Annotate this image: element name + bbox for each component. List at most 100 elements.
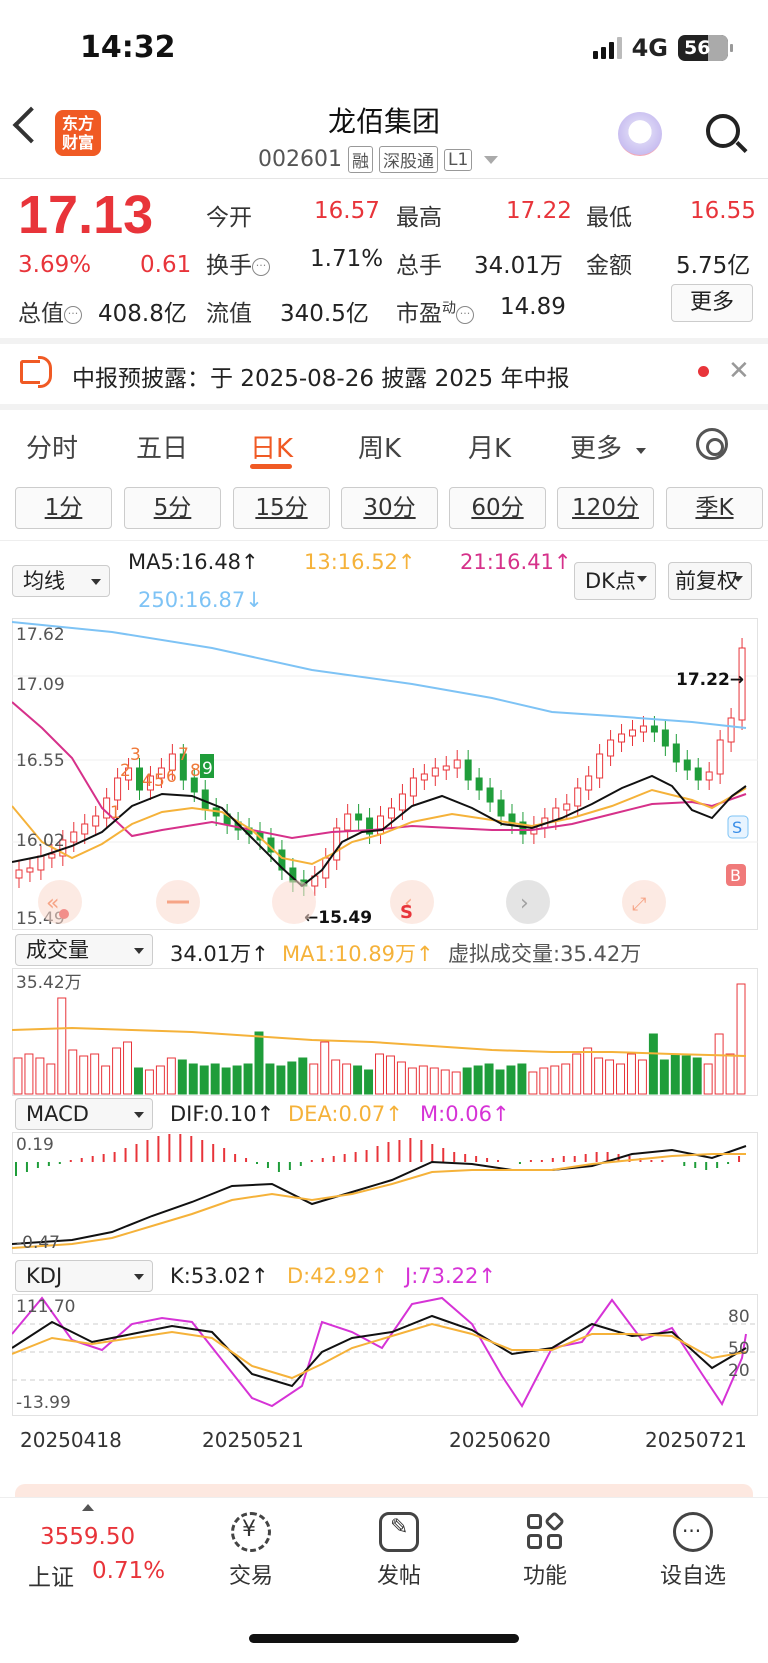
tab-weekly-k[interactable]: 周K — [358, 428, 401, 465]
volume-bar — [681, 1055, 691, 1095]
assistant-avatar-icon[interactable] — [618, 112, 662, 156]
svg-text:8: 8 — [190, 761, 201, 781]
volume-bar — [583, 1047, 593, 1095]
tab-monthly-k[interactable]: 月K — [468, 428, 511, 465]
low-marker: ←15.49 — [304, 908, 372, 928]
volume-bar — [506, 1065, 516, 1095]
volume-bar — [495, 1069, 505, 1095]
search-icon[interactable] — [706, 114, 740, 148]
volume-bar — [440, 1069, 450, 1095]
svg-text:›: › — [520, 891, 529, 916]
candle-body — [453, 759, 461, 769]
svg-text:4: 4 — [142, 771, 153, 791]
volume-bar — [309, 1063, 319, 1095]
nav-add-watchlist[interactable]: ··· 设自选 — [638, 1512, 748, 1590]
candle-body — [37, 855, 45, 871]
period-1min-button[interactable]: 1分 — [15, 487, 112, 529]
stock-code-row[interactable]: 002601 融 深股通 L1 — [258, 146, 499, 173]
high-value: 17.22 — [506, 198, 572, 224]
home-indicator[interactable] — [249, 1634, 519, 1643]
macd-selector[interactable]: MACD — [15, 1098, 153, 1130]
kdj-chart[interactable]: 111.70 -13.99 80 50 20 — [12, 1294, 758, 1416]
volume-bar — [331, 1059, 341, 1095]
macd-chart[interactable]: 0.19 -0.47 — [12, 1132, 758, 1254]
volume-bar — [626, 1053, 636, 1095]
zoom-in-button — [272, 880, 316, 924]
divider — [0, 540, 768, 541]
volume-chart[interactable]: 35.42万 — [12, 968, 758, 1096]
candle-body — [661, 729, 669, 747]
volume-bar — [407, 1067, 417, 1095]
macd-axis-top: 0.19 — [16, 1135, 54, 1155]
period-120min-button[interactable]: 120分 — [557, 487, 654, 529]
nav-trade[interactable]: ¥ 交易 — [196, 1512, 306, 1590]
low-label: 最低 — [586, 205, 632, 231]
tag-margin: 融 — [347, 146, 373, 173]
price-axis-mid3: 16.02 — [16, 831, 65, 851]
volume-bar — [265, 1063, 275, 1095]
more-dots-icon: ··· — [673, 1512, 713, 1552]
notice-text[interactable]: 中报预披露：于 2025-08-26 披露 2025 年中报 — [72, 359, 569, 393]
volume-bar — [429, 1067, 439, 1095]
candle-body — [607, 739, 615, 757]
period-15min-button[interactable]: 15分 — [233, 487, 330, 529]
period-season-button[interactable]: 季K — [666, 487, 763, 529]
index-change[interactable]: 0.71% — [92, 1558, 165, 1584]
info-icon[interactable]: ··· — [64, 306, 82, 324]
period-30min-button[interactable]: 30分 — [341, 487, 438, 529]
volume-bar — [155, 1065, 165, 1095]
dk-point-selector[interactable]: DK点 — [574, 562, 656, 600]
volume-bar — [320, 1041, 330, 1095]
volume-selector[interactable]: 成交量 — [15, 934, 153, 966]
candle-body — [398, 793, 406, 811]
kdj-axis-top: 111.70 — [16, 1297, 75, 1317]
close-icon[interactable]: ✕ — [728, 356, 750, 386]
volume-bar — [166, 1057, 176, 1095]
kdj-selector[interactable]: KDJ — [15, 1260, 153, 1292]
gear-icon[interactable] — [696, 428, 728, 460]
period-5min-button[interactable]: 5分 — [124, 487, 221, 529]
date-label-2: 20250521 — [202, 1428, 304, 1452]
candle-body — [420, 773, 428, 781]
signal-icon — [592, 37, 622, 59]
ma21-legend: 21:16.41↑ — [460, 550, 572, 574]
candle-body — [618, 733, 626, 743]
volume-bar — [254, 1031, 264, 1095]
nav-functions[interactable]: 功能 — [490, 1510, 600, 1590]
volume-ma1-legend: MA1:10.89万↑ — [282, 942, 434, 966]
nav-post[interactable]: ✎ 发帖 — [344, 1512, 454, 1590]
volume-bar — [177, 1059, 187, 1095]
tab-five-day[interactable]: 五日 — [136, 428, 188, 465]
adjust-button[interactable]: 前复权 — [668, 562, 752, 600]
candle-body — [596, 753, 604, 779]
section-gap — [0, 338, 768, 344]
mktcap-value: 408.8亿 — [98, 301, 187, 327]
ma-selector[interactable]: 均线 — [12, 565, 110, 597]
volume-bar — [550, 1065, 560, 1095]
volume-bar — [517, 1063, 527, 1095]
candle-body — [727, 717, 735, 743]
sell-s-badge: S — [732, 818, 742, 837]
tab-daily-k[interactable]: 日K — [250, 428, 293, 465]
network-label: 4G — [631, 34, 668, 62]
volume-bar — [462, 1067, 472, 1095]
change-value: 0.61 — [140, 252, 192, 278]
volume-bar — [539, 1067, 549, 1095]
info-icon[interactable]: ··· — [456, 306, 474, 324]
tab-more[interactable]: 更多 — [570, 428, 622, 465]
volume-bar — [144, 1069, 154, 1095]
candle-body — [344, 813, 352, 831]
tab-intraday[interactable]: 分时 — [26, 428, 78, 465]
info-icon[interactable]: ··· — [252, 258, 270, 276]
volume-bar — [221, 1067, 231, 1095]
speaker-wave-icon — [38, 356, 52, 388]
volume-bar — [79, 1055, 89, 1095]
more-button[interactable]: 更多 — [671, 284, 753, 322]
period-60min-button[interactable]: 60分 — [449, 487, 546, 529]
candle-body — [552, 807, 560, 821]
kline-chart[interactable]: 17.62 17.09 16.55 16.02 15.49 17.22→ ←15… — [12, 618, 758, 930]
index-name[interactable]: 上证 — [28, 1558, 74, 1592]
index-value[interactable]: 3559.50 — [40, 1524, 135, 1550]
last-price: 17.13 — [18, 185, 154, 245]
expand-up-icon[interactable] — [82, 1504, 94, 1511]
